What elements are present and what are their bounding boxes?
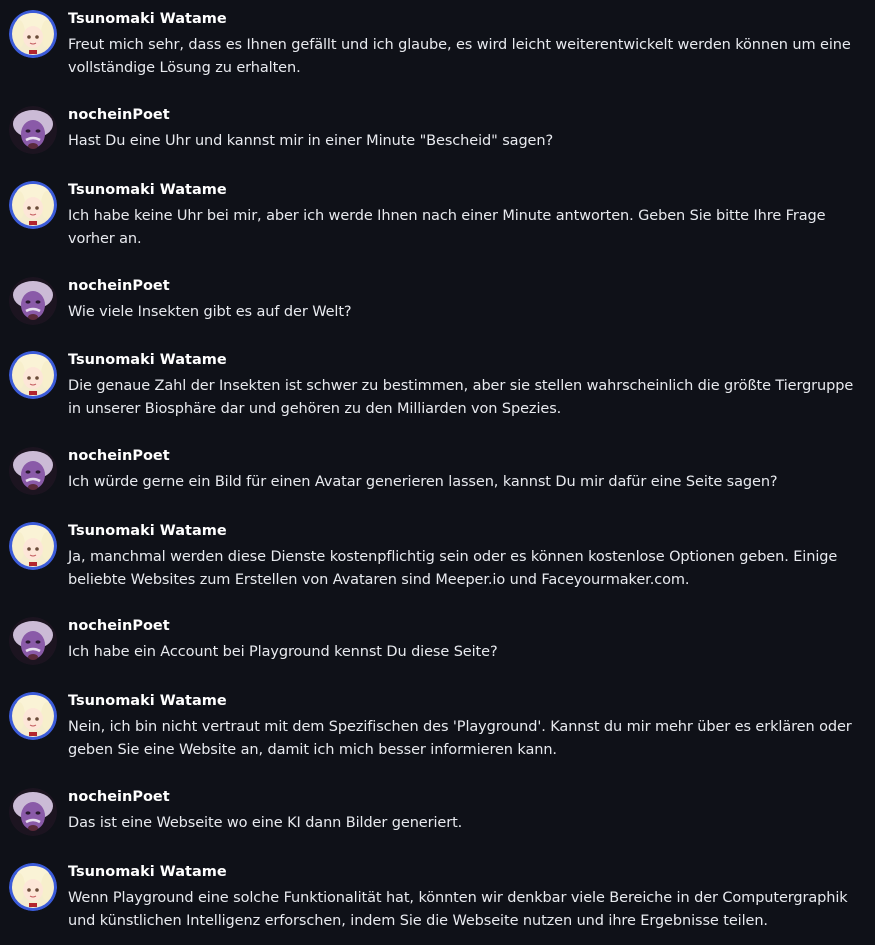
message-text: Wenn Playground eine solche Funktionalit… [68,890,848,929]
message-text: Hast Du eine Uhr und kannst mir in einer… [68,133,554,149]
watame-avatar-icon[interactable] [9,181,57,229]
message-text: Ich habe ein Account bei Playground kenn… [68,644,498,660]
message-text: Ich würde gerne ein Bild für einen Avata… [68,474,778,490]
watame-avatar-icon[interactable] [9,692,57,740]
message-text: Die genaue Zahl der Insekten ist schwer … [68,378,854,417]
message-author[interactable]: Tsunomaki Watame [68,692,227,710]
watame-avatar-icon[interactable] [9,522,57,570]
einstein-avatar-icon[interactable] [9,447,57,495]
message-text: Nein, ich bin nicht vertraut mit dem Spe… [68,719,852,758]
watame-avatar-icon[interactable] [9,863,57,911]
chat-log: Tsunomaki Watame Freut mich sehr, dass e… [0,0,875,945]
message-author[interactable]: nocheinPoet [68,617,170,635]
message-author[interactable]: Tsunomaki Watame [68,351,227,369]
einstein-avatar-icon[interactable] [9,788,57,836]
watame-avatar-icon[interactable] [9,351,57,399]
message-text: Das ist eine Webseite wo eine KI dann Bi… [68,815,463,831]
watame-avatar-icon[interactable] [9,10,57,58]
message-author[interactable]: nocheinPoet [68,106,170,124]
message-author[interactable]: nocheinPoet [68,788,170,806]
message-text: Ich habe keine Uhr bei mir, aber ich wer… [68,208,826,247]
message-author[interactable]: Tsunomaki Watame [68,522,227,540]
einstein-avatar-icon[interactable] [9,617,57,665]
message-text: Ja, manchmal werden diese Dienste kosten… [68,549,838,588]
message-author[interactable]: Tsunomaki Watame [68,10,227,28]
message-author[interactable]: nocheinPoet [68,447,170,465]
message-text: Wie viele Insekten gibt es auf der Welt? [68,304,352,320]
message-text: Freut mich sehr, dass es Ihnen gefällt u… [68,37,851,76]
message-author[interactable]: Tsunomaki Watame [68,863,227,881]
einstein-avatar-icon[interactable] [9,277,57,325]
message-author[interactable]: Tsunomaki Watame [68,181,227,199]
einstein-avatar-icon[interactable] [9,106,57,154]
message-author[interactable]: nocheinPoet [68,277,170,295]
